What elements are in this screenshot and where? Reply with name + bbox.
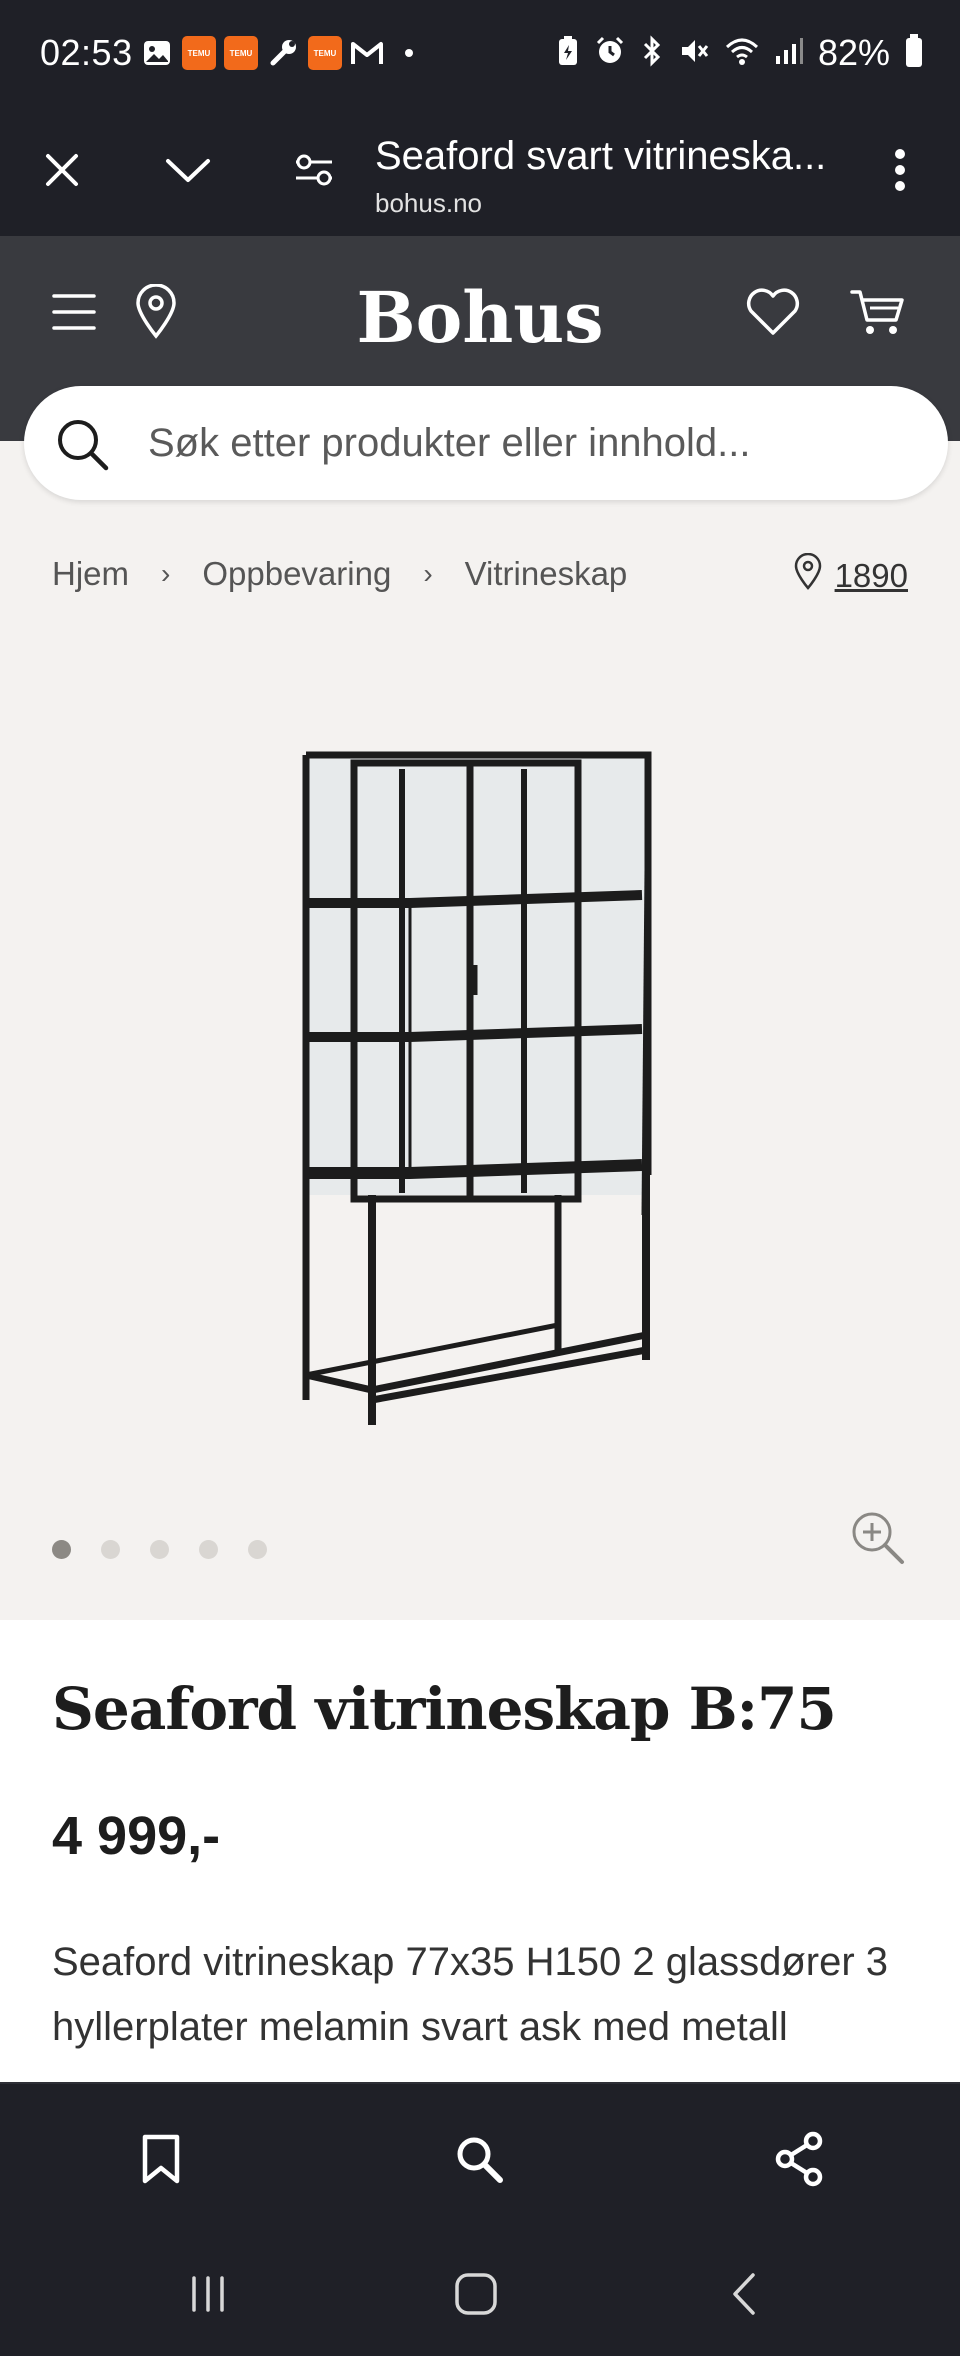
gallery-dots <box>52 1540 267 1559</box>
breadcrumb-separator: › <box>161 558 171 589</box>
gmail-icon <box>350 36 384 70</box>
share-icon[interactable] <box>766 2126 832 2192</box>
product-description: Seaford vitrineskap 77x35 H150 2 glassdø… <box>52 1940 889 2049</box>
gallery-dot[interactable] <box>248 1540 267 1559</box>
battery-saver-icon <box>556 35 580 72</box>
search-bar[interactable] <box>24 386 948 500</box>
gallery-dot[interactable] <box>101 1540 120 1559</box>
breadcrumb-home[interactable]: Hjem <box>52 555 129 593</box>
breadcrumb-oppbevaring[interactable]: Oppbevaring <box>202 555 391 593</box>
dot-icon <box>392 36 426 70</box>
product-price: 4 999,- <box>52 1806 221 1866</box>
battery-icon <box>904 33 924 73</box>
chevron-down-icon[interactable] <box>154 136 222 204</box>
gallery-dot[interactable] <box>150 1540 169 1559</box>
browser-bar: Seaford svart vitrineska... bohus.no <box>0 106 960 236</box>
gallery-dot[interactable] <box>52 1540 71 1559</box>
page-url[interactable]: bohus.no <box>375 188 482 219</box>
recent-apps-icon[interactable] <box>176 2262 240 2326</box>
signal-icon <box>774 36 804 71</box>
close-icon[interactable] <box>28 136 96 204</box>
search-input[interactable] <box>148 408 908 478</box>
bohus-logo[interactable]: Bohus <box>0 276 960 359</box>
bluetooth-icon <box>640 34 664 72</box>
product-title: Seaford vitrineskap B:75 <box>52 1675 837 1743</box>
product-image[interactable] <box>290 735 670 1435</box>
temu-icon: TEMU <box>308 36 342 70</box>
store-label[interactable]: 1890 <box>835 557 908 595</box>
site-settings-icon[interactable] <box>280 136 348 204</box>
more-options-icon[interactable] <box>866 136 934 204</box>
breadcrumb-separator: › <box>423 558 433 589</box>
back-icon[interactable] <box>712 2262 776 2326</box>
breadcrumb-vitrineskap[interactable]: Vitrineskap <box>465 555 628 593</box>
bookmark-icon[interactable] <box>128 2126 194 2192</box>
temu-icon: TEMU <box>224 36 258 70</box>
bottom-toolbar <box>0 2082 960 2232</box>
status-bar: 02:53 TEMU TEMU TEMU 82% <box>0 0 960 106</box>
system-nav-bar <box>0 2232 960 2356</box>
wrench-icon <box>266 36 300 70</box>
notification-icons: TEMU TEMU TEMU <box>140 36 426 70</box>
zoom-in-icon[interactable] <box>848 1508 908 1568</box>
search-icon[interactable] <box>446 2126 512 2192</box>
gallery-dot[interactable] <box>199 1540 218 1559</box>
status-icons: 82% <box>556 32 924 74</box>
alarm-icon <box>594 35 626 72</box>
location-pin-icon <box>793 552 823 599</box>
product-info: Seaford vitrineskap B:75 4 999,- Seaford… <box>0 1620 960 2100</box>
home-icon[interactable] <box>444 2262 508 2326</box>
gallery-icon <box>140 36 174 70</box>
page-title[interactable]: Seaford svart vitrineska... <box>375 134 826 179</box>
page: 02:53 TEMU TEMU TEMU 82% Seaford svart v… <box>0 0 960 2356</box>
breadcrumb: Hjem › Oppbevaring › Vitrineskap <box>52 555 627 593</box>
store-selector[interactable]: 1890 <box>793 552 908 599</box>
temu-icon: TEMU <box>182 36 216 70</box>
status-time: 02:53 <box>40 32 133 73</box>
search-icon[interactable] <box>52 414 112 474</box>
cart-icon[interactable] <box>846 280 910 344</box>
mute-icon <box>678 35 710 72</box>
heart-icon[interactable] <box>741 280 805 344</box>
wifi-icon <box>724 35 760 72</box>
battery-percent: 82% <box>817 32 890 73</box>
